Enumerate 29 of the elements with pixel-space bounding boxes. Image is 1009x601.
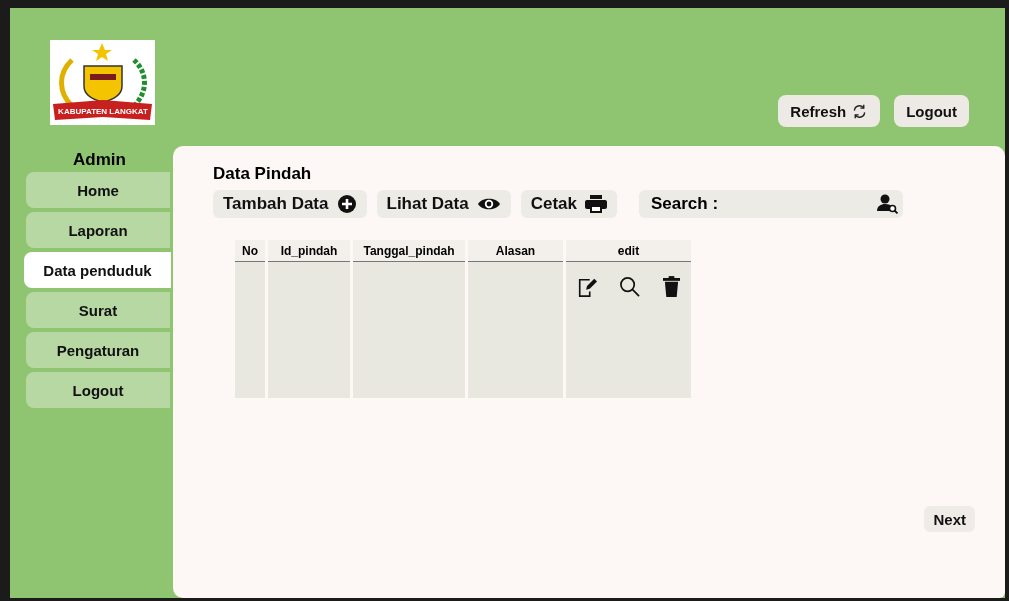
page-title: Data Pindah	[213, 164, 313, 184]
column-header: Id_pindah	[268, 240, 350, 262]
search-field[interactable]: Search :	[639, 190, 903, 218]
sidebar-item[interactable]: Surat	[26, 292, 170, 328]
next-button[interactable]: Next	[924, 506, 975, 532]
add-data-button[interactable]: Tambah Data	[213, 190, 367, 218]
user-search-icon	[877, 194, 899, 214]
edit-icon[interactable]	[577, 276, 598, 298]
eye-icon	[476, 196, 501, 212]
column-header: edit	[566, 240, 691, 262]
logout-button[interactable]: Logout	[894, 95, 969, 127]
sidebar-title: Admin	[72, 150, 127, 170]
logo-text: KABUPATEN LANGKAT	[58, 107, 148, 116]
column-header: Tanggal_pindah	[353, 240, 465, 262]
sidebar-item[interactable]: Logout	[26, 372, 170, 408]
search-icon[interactable]	[619, 276, 641, 297]
sidebar-item[interactable]: Home	[26, 172, 170, 208]
column-header: Alasan	[468, 240, 563, 262]
sidebar-item[interactable]: Pengaturan	[26, 332, 170, 368]
search-label: Search :	[651, 194, 719, 214]
trash-icon[interactable]	[662, 276, 680, 297]
refresh-button[interactable]: Refresh	[778, 95, 881, 127]
print-button[interactable]: Cetak	[520, 190, 617, 218]
sidebar-item[interactable]: Laporan	[26, 212, 170, 248]
printer-icon	[585, 195, 607, 213]
column-header: No	[235, 240, 265, 262]
plus-circle-icon	[336, 194, 357, 214]
view-data-button[interactable]: Lihat Data	[376, 190, 511, 218]
sidebar-item[interactable]: Data penduduk	[24, 252, 171, 288]
